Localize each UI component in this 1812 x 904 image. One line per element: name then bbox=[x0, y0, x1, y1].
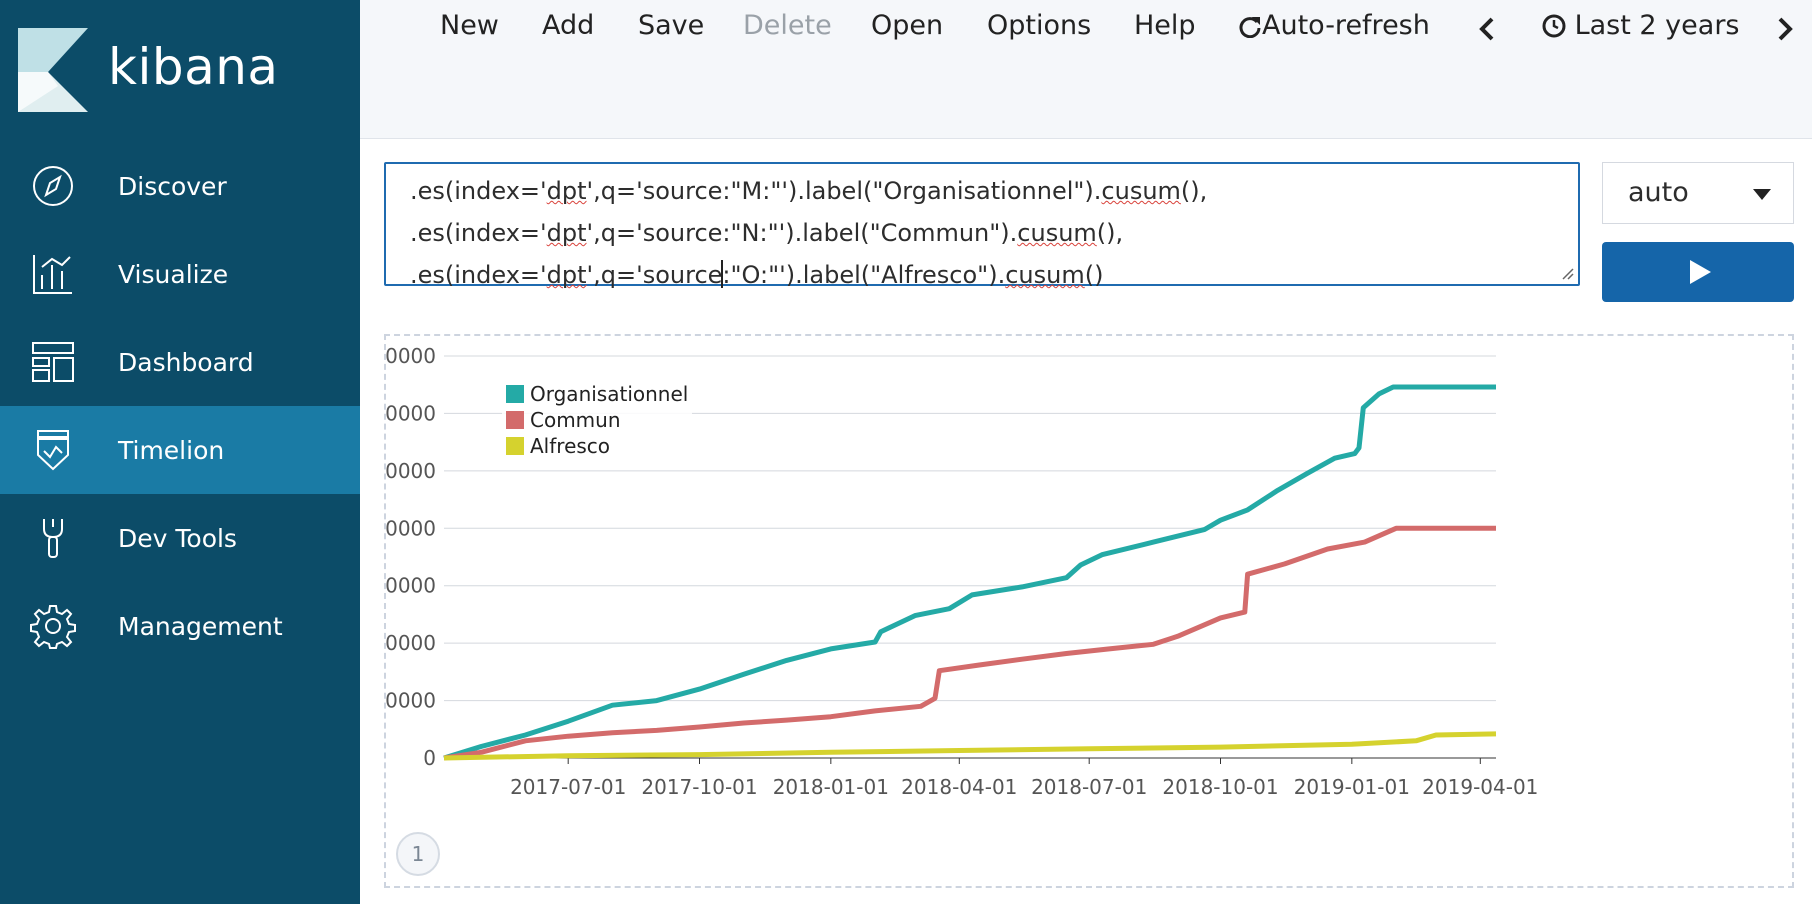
time-range-picker[interactable]: Last 2 years bbox=[1542, 10, 1739, 41]
chevron-left-icon bbox=[1479, 17, 1494, 41]
expression-line: .es(index='dpt',q='source:"N:"').label("… bbox=[410, 219, 1124, 247]
sidebar-item-visualize[interactable]: Visualize bbox=[0, 230, 360, 318]
legend-swatch bbox=[506, 411, 524, 429]
auto-refresh-label: Auto-refresh bbox=[1262, 10, 1430, 41]
caret-down-icon bbox=[1753, 189, 1771, 200]
y-tick-label: 1000000 bbox=[386, 631, 436, 655]
legend-label: Commun bbox=[530, 408, 621, 432]
sidebar-item-timelion[interactable]: Timelion bbox=[0, 406, 360, 494]
gear-icon bbox=[30, 605, 76, 649]
legend-label: Organisationnel bbox=[530, 382, 688, 406]
chart-panel: 3500000300000025000002000000150000010000… bbox=[384, 334, 1794, 888]
expression-input[interactable]: .es(index='dpt',q='source:"M:"').label("… bbox=[384, 162, 1580, 289]
sidebar-item-label: Discover bbox=[118, 171, 227, 201]
sidebar: kibana Discover Visualize Dashboard Time… bbox=[0, 0, 360, 904]
x-tick-label: 2018-01-01 bbox=[773, 775, 889, 799]
timeline-chart: 3500000 3000000 2500000 2000000 1500000 10000… bbox=[386, 344, 1538, 799]
y-tick-label: 0 bbox=[423, 746, 436, 770]
delete-button[interactable]: Delete bbox=[743, 10, 832, 41]
y-tick-label: 2500000 bbox=[386, 459, 436, 483]
run-button[interactable] bbox=[1602, 242, 1794, 302]
open-button[interactable]: Open bbox=[871, 10, 943, 41]
time-range-label: Last 2 years bbox=[1574, 10, 1740, 41]
chevron-right-icon bbox=[1778, 17, 1793, 41]
x-tick-label: 2019-01-01 bbox=[1294, 775, 1410, 799]
new-button[interactable]: New bbox=[440, 10, 499, 41]
options-button[interactable]: Options bbox=[987, 10, 1091, 41]
compass-icon bbox=[33, 166, 73, 206]
resize-handle-icon[interactable] bbox=[1560, 266, 1574, 280]
x-tick-label: 2018-07-01 bbox=[1031, 775, 1147, 799]
chart-page-number[interactable]: 1 bbox=[396, 832, 440, 876]
timelion-icon bbox=[37, 430, 69, 471]
sidebar-item-management[interactable]: Management bbox=[0, 582, 360, 670]
series-line-alfresco bbox=[443, 731, 1497, 761]
sidebar-item-discover[interactable]: Discover bbox=[0, 142, 360, 230]
y-tick-label: 500000 bbox=[386, 689, 436, 713]
y-tick-label: 1500000 bbox=[386, 574, 436, 598]
y-tick-label: 2000000 bbox=[386, 516, 436, 540]
legend-label: Alfresco bbox=[530, 434, 610, 458]
expression-line: .es(index='dpt',q='source:"O:"').label("… bbox=[410, 260, 1104, 289]
interval-value: auto bbox=[1628, 177, 1689, 208]
refresh-icon bbox=[1239, 17, 1261, 39]
add-button[interactable]: Add bbox=[542, 10, 594, 41]
wrench-icon bbox=[43, 519, 63, 558]
x-tick-label: 2018-04-01 bbox=[901, 775, 1017, 799]
brand-name: kibana bbox=[108, 38, 279, 96]
legend-swatch bbox=[506, 437, 524, 455]
time-back-button[interactable] bbox=[1478, 14, 1496, 45]
x-tick-label: 2017-07-01 bbox=[510, 775, 626, 799]
interval-select[interactable]: auto bbox=[1602, 162, 1794, 224]
sidebar-item-label: Timelion bbox=[118, 435, 225, 465]
sidebar-item-dev-tools[interactable]: Dev Tools bbox=[0, 494, 360, 582]
sidebar-item-label: Dashboard bbox=[118, 347, 254, 377]
kibana-logo bbox=[18, 28, 88, 112]
sidebar-item-label: Visualize bbox=[118, 259, 229, 289]
dashboard-icon bbox=[32, 342, 74, 382]
auto-refresh-button[interactable]: Auto-refresh bbox=[1238, 10, 1430, 41]
help-button[interactable]: Help bbox=[1134, 10, 1196, 41]
x-tick-label: 2019-04-01 bbox=[1422, 775, 1538, 799]
sidebar-item-label: Management bbox=[118, 611, 283, 641]
sidebar-item-dashboard[interactable]: Dashboard bbox=[0, 318, 360, 406]
expression-line: .es(index='dpt',q='source:"M:"').label("… bbox=[410, 177, 1208, 205]
clock-icon bbox=[1542, 14, 1566, 38]
sidebar-item-label: Dev Tools bbox=[118, 523, 237, 553]
play-icon bbox=[1690, 260, 1711, 284]
y-tick-label: 3000000 bbox=[386, 401, 436, 425]
legend-swatch bbox=[506, 385, 524, 403]
x-tick-label: 2017-10-01 bbox=[641, 775, 757, 799]
x-tick-label: 2018-10-01 bbox=[1162, 775, 1278, 799]
chart-icon bbox=[33, 255, 72, 294]
time-forward-button[interactable] bbox=[1776, 14, 1794, 45]
y-tick-label: 3500000 bbox=[386, 344, 436, 368]
save-button[interactable]: Save bbox=[638, 10, 704, 41]
